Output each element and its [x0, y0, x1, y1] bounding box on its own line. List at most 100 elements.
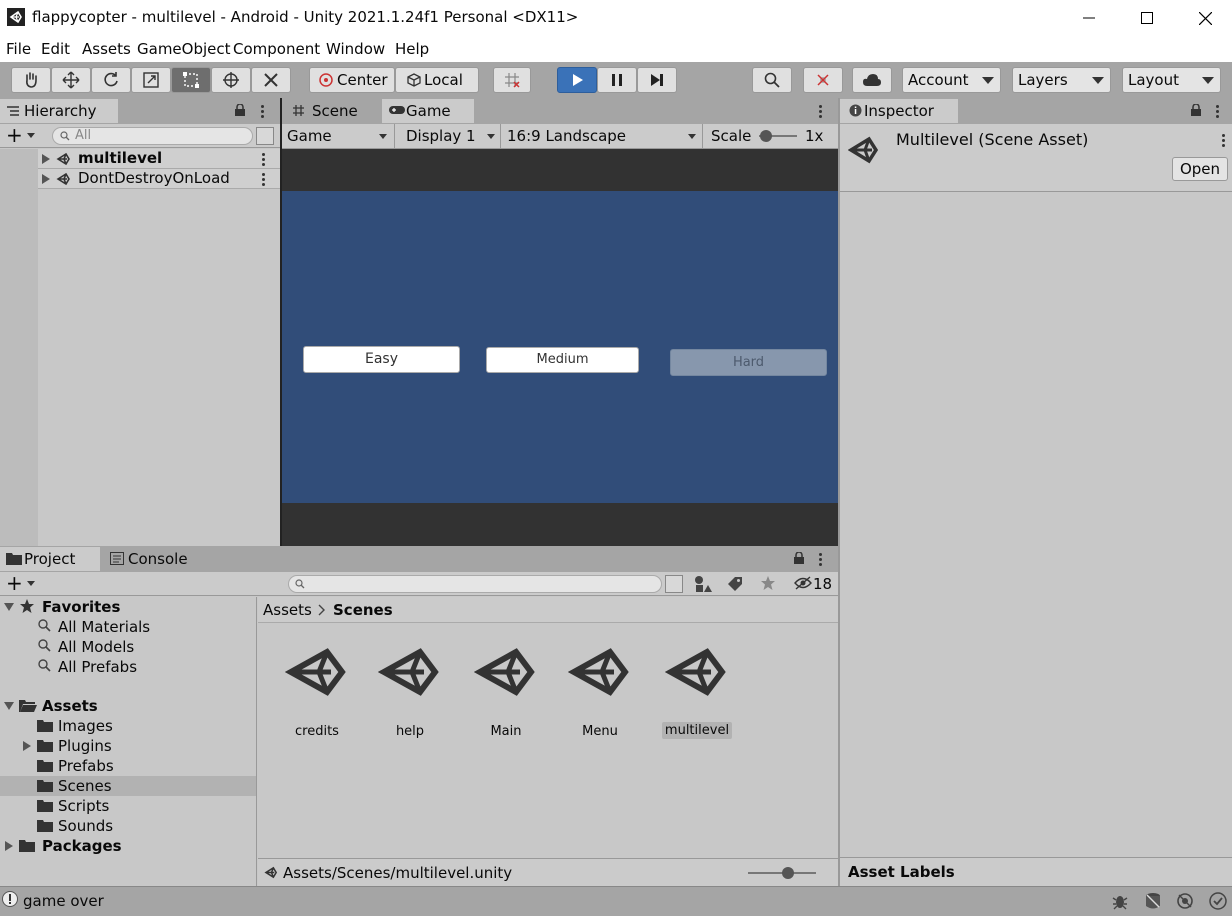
game-mode-dropdown[interactable]: Game — [282, 124, 395, 148]
kebab-menu-icon[interactable] — [262, 153, 265, 168]
hidden-packages-icon[interactable] — [794, 576, 812, 590]
chevron-down-icon[interactable] — [27, 133, 35, 138]
menu-help[interactable]: Help — [395, 40, 429, 58]
kebab-menu-icon[interactable] — [262, 173, 265, 188]
aspect-dropdown[interactable]: 16:9 Landscape — [501, 124, 703, 148]
assets-folder-label[interactable]: Assets — [42, 696, 98, 716]
step-button[interactable] — [637, 67, 677, 93]
status-message[interactable]: game over — [23, 892, 104, 910]
expand-arrow-icon[interactable] — [5, 841, 13, 851]
project-path-bar: Assets/Scenes/multilevel.unity — [258, 858, 838, 886]
favorite-all-materials[interactable]: All Materials — [58, 617, 150, 637]
layout-dropdown[interactable]: Layout — [1122, 67, 1221, 93]
folder-images[interactable]: Images — [58, 716, 113, 736]
folder-scripts[interactable]: Scripts — [58, 796, 109, 816]
move-tool-icon[interactable] — [51, 67, 91, 93]
custom-tools-icon[interactable] — [251, 67, 291, 93]
packages-folder-label[interactable]: Packages — [42, 836, 122, 856]
scene-asset-menu[interactable]: Menu — [560, 640, 640, 739]
cache-server-icon[interactable] — [1144, 892, 1162, 910]
search-filter-icon[interactable] — [665, 575, 683, 593]
collapse-arrow-icon[interactable] — [4, 702, 14, 710]
label-filter-icon[interactable] — [727, 576, 743, 592]
hand-tool-icon[interactable] — [11, 67, 51, 93]
auto-generate-lighting-icon[interactable] — [1176, 892, 1194, 910]
kebab-menu-icon[interactable] — [261, 105, 264, 120]
expand-arrow-icon[interactable] — [42, 174, 50, 184]
hierarchy-row[interactable]: multilevel — [38, 149, 280, 169]
layers-dropdown[interactable]: Layers — [1012, 67, 1111, 93]
lock-icon[interactable] — [1190, 104, 1202, 116]
type-filter-icon[interactable] — [694, 575, 712, 593]
scene-asset-multilevel[interactable]: multilevel — [657, 640, 737, 739]
grid-snap-icon[interactable] — [493, 67, 531, 93]
expand-arrow-icon[interactable] — [42, 154, 50, 164]
collab-icon[interactable] — [803, 67, 843, 93]
project-search-input[interactable] — [288, 575, 662, 593]
icon-size-slider-thumb[interactable] — [782, 867, 794, 879]
breadcrumb-assets[interactable]: Assets — [263, 601, 312, 619]
search-button[interactable] — [752, 67, 792, 93]
menu-assets[interactable]: Assets — [82, 40, 131, 58]
open-button[interactable]: Open — [1172, 157, 1228, 181]
account-dropdown[interactable]: Account — [902, 67, 1001, 93]
cloud-icon[interactable] — [852, 67, 892, 93]
kebab-menu-icon[interactable] — [1222, 134, 1225, 149]
pivot-center-button[interactable]: Center — [309, 67, 395, 93]
folder-sounds[interactable]: Sounds — [58, 816, 113, 836]
hierarchy-search-input[interactable]: All — [52, 127, 253, 145]
menu-gameobject[interactable]: GameObject — [137, 40, 231, 58]
expand-arrow-icon[interactable] — [23, 741, 31, 751]
favorite-star-icon[interactable] — [760, 575, 776, 591]
check-circle-icon[interactable] — [1209, 892, 1227, 910]
transform-tool-icon[interactable] — [211, 67, 251, 93]
add-icon[interactable]: + — [6, 125, 23, 145]
scene-asset-help[interactable]: help — [370, 640, 450, 739]
add-icon[interactable]: + — [6, 573, 23, 593]
minimize-icon[interactable] — [1060, 0, 1118, 36]
breadcrumb-scenes[interactable]: Scenes — [333, 601, 393, 619]
asset-labels-heading[interactable]: Asset Labels — [848, 863, 955, 881]
rect-tool-icon[interactable] — [171, 67, 211, 93]
menu-component[interactable]: Component — [233, 40, 320, 58]
tab-console[interactable]: Console — [104, 547, 204, 571]
favorite-all-models[interactable]: All Models — [58, 637, 134, 657]
tab-hierarchy[interactable]: Hierarchy — [0, 99, 118, 123]
rotate-tool-icon[interactable] — [91, 67, 131, 93]
folder-plugins[interactable]: Plugins — [58, 736, 112, 756]
tab-project[interactable]: Project — [0, 547, 100, 571]
close-icon[interactable] — [1176, 0, 1232, 36]
tab-scene[interactable]: Scene — [282, 99, 382, 123]
menu-file[interactable]: File — [6, 40, 31, 58]
lock-icon[interactable] — [234, 104, 246, 116]
collapse-arrow-icon[interactable] — [4, 603, 14, 611]
favorites-label[interactable]: Favorites — [42, 597, 120, 617]
scene-asset-main[interactable]: Main — [466, 640, 546, 739]
scene-filter-icon[interactable] — [256, 127, 274, 145]
lock-icon[interactable] — [793, 552, 805, 564]
display-dropdown[interactable]: Display 1 — [395, 124, 501, 148]
bug-icon[interactable] — [1111, 892, 1129, 910]
hard-button[interactable]: Hard — [670, 349, 827, 376]
hierarchy-row[interactable]: DontDestroyOnLoad — [38, 169, 280, 189]
chevron-down-icon[interactable] — [27, 581, 35, 586]
play-button[interactable] — [557, 67, 597, 93]
scale-slider-thumb[interactable] — [760, 130, 772, 142]
kebab-menu-icon[interactable] — [1216, 105, 1219, 120]
scale-tool-icon[interactable] — [131, 67, 171, 93]
medium-button[interactable]: Medium — [486, 347, 639, 373]
folder-scenes[interactable]: Scenes — [58, 776, 112, 796]
easy-button[interactable]: Easy — [303, 346, 460, 373]
pause-button[interactable] — [597, 67, 637, 93]
scene-asset-credits[interactable]: credits — [277, 640, 357, 739]
folder-prefabs[interactable]: Prefabs — [58, 756, 114, 776]
tab-game[interactable]: Game — [382, 99, 474, 123]
favorite-all-prefabs[interactable]: All Prefabs — [58, 657, 137, 677]
maximize-icon[interactable] — [1118, 0, 1176, 36]
menu-window[interactable]: Window — [326, 40, 385, 58]
menu-edit[interactable]: Edit — [41, 40, 70, 58]
tab-inspector[interactable]: Inspector — [840, 99, 958, 123]
kebab-menu-icon[interactable] — [819, 553, 822, 568]
kebab-menu-icon[interactable] — [819, 105, 822, 120]
pivot-local-button[interactable]: Local — [395, 67, 479, 93]
